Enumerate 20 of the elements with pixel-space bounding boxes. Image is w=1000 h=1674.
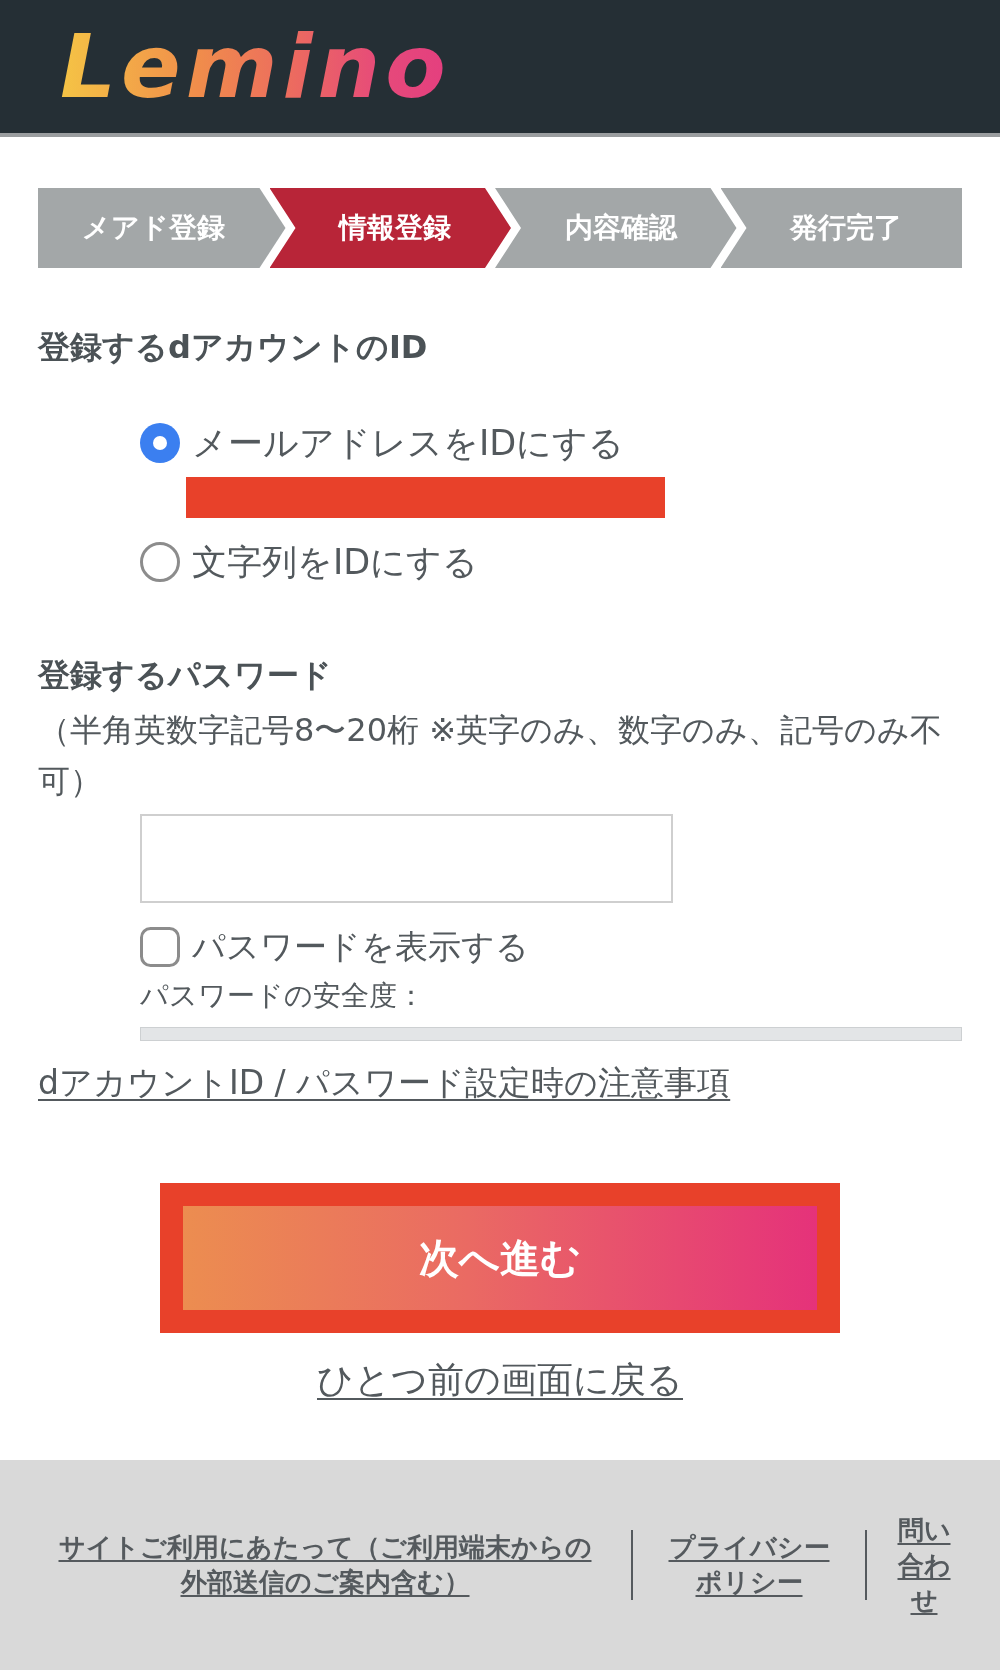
radio-label[interactable]: 文字列をIDにする <box>192 540 479 584</box>
strength-label: パスワードの安全度： <box>140 979 425 1013</box>
radio-button[interactable] <box>140 423 180 463</box>
footer-link[interactable]: 問い合わせ <box>895 1512 953 1618</box>
progress-step: 情報登録 <box>269 188 511 268</box>
notice-link[interactable]: dアカウントID / パスワード設定時の注意事項 <box>38 1063 731 1103</box>
hint-text: （半角英数字記号8〜20桁 ※英字のみ、数字のみ、記号のみ不可） <box>38 710 944 802</box>
section-heading: 登録するパスワード <box>38 655 332 695</box>
radio-label[interactable]: メールアドレスをIDにする <box>192 421 625 465</box>
footer-link[interactable]: プライバシーポリシー <box>661 1530 837 1600</box>
back-link[interactable]: ひとつ前の画面に戻る <box>317 1358 683 1402</box>
progress-step: 発行完了 <box>720 188 962 268</box>
section-heading: 登録するdアカウントのID <box>38 327 428 367</box>
checkbox-label[interactable]: パスワードを表示する <box>192 927 529 967</box>
password-field[interactable] <box>140 814 673 903</box>
radio-button[interactable] <box>140 542 180 582</box>
progress-step: メアド登録 <box>38 188 286 268</box>
progress-step: 内容確認 <box>495 188 737 268</box>
footer-link[interactable]: サイトご利用にあたって（ご利用端末からの外部送信のご案内含む） <box>47 1530 603 1600</box>
checkbox[interactable] <box>140 927 180 967</box>
